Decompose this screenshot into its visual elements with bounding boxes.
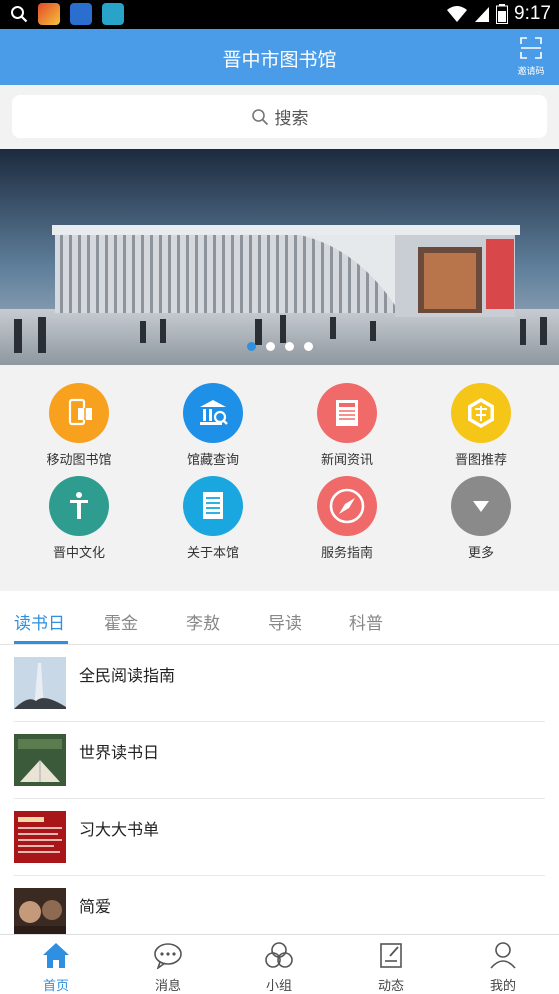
category-tabs: 读书日 霍金 李敖 导读 科普 <box>0 591 559 645</box>
nav-profile[interactable]: 我的 <box>463 941 543 994</box>
invite-code-button[interactable]: 邀请码 <box>513 37 549 77</box>
profile-icon <box>490 942 516 969</box>
nav-home[interactable]: 首页 <box>16 941 96 994</box>
scan-icon <box>520 37 542 59</box>
nav-label: 动态 <box>377 979 404 994</box>
grid-label: 移动图书馆 <box>46 453 112 468</box>
nav-feed[interactable]: 动态 <box>351 941 431 994</box>
grid-label: 馆藏查询 <box>186 453 239 468</box>
more-chevron-icon <box>451 476 511 536</box>
list-item-title: 简爱 <box>79 897 112 916</box>
grid-item-about[interactable]: 关于本馆 <box>158 476 268 561</box>
about-document-icon <box>183 476 243 536</box>
wifi-icon <box>447 6 468 22</box>
battery-icon <box>496 4 509 24</box>
browser-notification-icon <box>102 3 124 25</box>
nav-label: 小组 <box>265 979 292 994</box>
grid-label: 服务指南 <box>320 546 373 561</box>
grid-label: 关于本馆 <box>186 546 239 561</box>
title-bar: 晋中市图书馆 邀请码 <box>0 29 559 85</box>
group-icon <box>265 942 293 968</box>
nav-label: 我的 <box>489 979 516 994</box>
recommend-icon <box>451 383 511 443</box>
grid-label: 新闻资讯 <box>320 453 373 468</box>
grid-item-service-guide[interactable]: 服务指南 <box>292 476 402 561</box>
tab-science[interactable]: 科普 <box>349 609 383 634</box>
message-icon <box>154 943 182 971</box>
status-right-icons: 9:17 <box>446 3 551 25</box>
banner-carousel[interactable] <box>0 149 559 365</box>
grid-item-news[interactable]: 新闻资讯 <box>292 383 402 468</box>
grid-item-collection-search[interactable]: 馆藏查询 <box>158 383 268 468</box>
nav-messages[interactable]: 消息 <box>128 941 208 994</box>
page-title: 晋中市图书馆 <box>222 49 337 71</box>
grid-item-culture[interactable]: 晋中文化 <box>24 476 134 561</box>
carousel-dot[interactable] <box>265 342 275 351</box>
feed-icon <box>380 943 402 968</box>
carousel-indicators <box>0 342 559 351</box>
home-icon <box>43 943 69 968</box>
search-icon <box>251 108 268 125</box>
app-screen: 9:17 晋中市图书馆 邀请码 搜索 移动图书馆 馆藏查询 新闻资讯 晋图推荐 … <box>0 0 559 994</box>
news-icon <box>317 383 377 443</box>
grid-label: 晋中文化 <box>52 546 105 561</box>
list-item-thumbnail <box>14 811 66 863</box>
grid-item-more[interactable]: 更多 <box>426 476 536 561</box>
grid-item-recommend[interactable]: 晋图推荐 <box>426 383 536 468</box>
article-list: 全民阅读指南 世界读书日 习大大书单 简爱 <box>0 645 559 934</box>
status-bar: 9:17 <box>0 0 559 29</box>
quick-access-grid: 移动图书馆 馆藏查询 新闻资讯 晋图推荐 晋中文化 关于本馆 服务指南 更多 <box>0 365 559 591</box>
tab-hawking[interactable]: 霍金 <box>104 609 138 634</box>
tab-li-ao[interactable]: 李敖 <box>186 609 220 634</box>
compass-icon <box>317 476 377 536</box>
tab-reading-day[interactable]: 读书日 <box>14 609 65 634</box>
nav-groups[interactable]: 小组 <box>239 941 319 994</box>
list-item[interactable]: 全民阅读指南 <box>0 645 559 722</box>
list-item-thumbnail <box>14 888 66 934</box>
clock: 9:17 <box>514 3 551 24</box>
library-building-photo <box>0 149 559 365</box>
list-item-title: 世界读书日 <box>79 743 160 762</box>
library-building-icon <box>183 383 243 443</box>
status-left-icons <box>10 3 124 25</box>
list-item[interactable]: 简爱 <box>0 876 559 934</box>
nav-label: 消息 <box>154 979 181 994</box>
qq-notification-icon <box>70 3 92 25</box>
active-tab-indicator <box>14 641 68 644</box>
culture-icon <box>49 476 109 536</box>
grid-item-mobile-library[interactable]: 移动图书馆 <box>24 383 134 468</box>
search-bar[interactable]: 搜索 <box>12 95 547 138</box>
carousel-dot[interactable] <box>284 342 294 351</box>
tab-guide[interactable]: 导读 <box>268 609 302 634</box>
list-item-title: 习大大书单 <box>79 820 160 839</box>
grid-label: 晋图推荐 <box>454 453 507 468</box>
app-notification-icon <box>38 3 60 25</box>
nav-label: 首页 <box>42 979 69 994</box>
carousel-dot-active[interactable] <box>246 342 256 351</box>
list-item-thumbnail <box>14 734 66 786</box>
search-area: 搜索 <box>0 85 559 149</box>
list-item-thumbnail <box>14 657 66 709</box>
signal-icon <box>475 7 490 22</box>
mobile-library-icon <box>49 383 109 443</box>
carousel-dot[interactable] <box>303 342 313 351</box>
bottom-navigation: 首页 消息 小组 动态 我的 <box>0 934 559 994</box>
search-label: 搜索 <box>274 109 309 129</box>
list-item[interactable]: 世界读书日 <box>0 722 559 799</box>
list-item-title: 全民阅读指南 <box>79 666 176 685</box>
grid-label: 更多 <box>467 546 494 561</box>
invite-code-label: 邀请码 <box>517 67 545 77</box>
search-status-icon <box>11 6 28 23</box>
list-item[interactable]: 习大大书单 <box>0 799 559 876</box>
